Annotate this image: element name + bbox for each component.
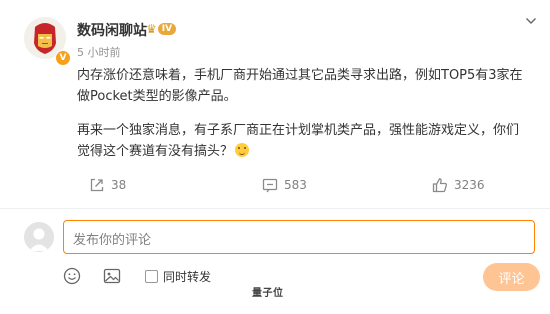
watermark: 量子位	[252, 288, 284, 299]
submit-comment-button[interactable]: 评论	[483, 263, 540, 291]
post-content: 内存涨价还意味着，手机厂商开始通过其它品类寻求出路，例如TOP5有3家在做Poc…	[77, 65, 527, 162]
member-level-badge[interactable]: ♛ IV	[146, 22, 177, 36]
post-paragraph: 内存涨价还意味着，手机厂商开始通过其它品类寻求出路，例如TOP5有3家在做Poc…	[77, 68, 523, 104]
forward-checkbox[interactable]	[145, 270, 158, 283]
chevron-down-icon[interactable]	[525, 16, 537, 26]
comment-icon	[262, 178, 278, 193]
like-button[interactable]: 3236	[432, 177, 485, 193]
weibo-post-card: V 数码闲聊站 ♛ IV 5 小时前 内存涨价还意味着，手机厂商开始通过其它品类…	[0, 0, 550, 314]
post-paragraph: 再来一个独家消息，有子系厂商正在计划掌机类产品，强性能游戏定义，你们觉得这个赛道…	[77, 123, 520, 159]
verified-badge: V	[55, 50, 71, 66]
post-time[interactable]: 5 小时前	[77, 44, 121, 60]
image-icon[interactable]	[103, 267, 121, 285]
forward-option[interactable]: 同时转发	[145, 268, 211, 285]
author-name[interactable]: 数码闲聊站	[77, 20, 147, 40]
divider	[0, 208, 550, 209]
post-actions: 38 583 3236	[0, 177, 550, 197]
thumbs-up-icon	[432, 178, 448, 193]
share-count: 38	[111, 178, 127, 192]
forward-label: 同时转发	[163, 270, 212, 284]
grinning-face-icon	[235, 143, 250, 157]
level-label: IV	[157, 23, 177, 35]
default-user-icon	[29, 228, 49, 251]
comment-input[interactable]: 发布你的评论	[63, 220, 535, 254]
emoji-icon[interactable]	[63, 267, 81, 285]
share-icon	[90, 178, 104, 192]
like-count: 3236	[454, 178, 485, 192]
share-button[interactable]: 38	[89, 177, 126, 193]
user-avatar	[24, 222, 54, 252]
comment-input-placeholder: 发布你的评论	[73, 233, 152, 248]
comment-button[interactable]: 583	[262, 177, 307, 193]
crown-icon: ♛	[146, 22, 157, 36]
comment-count: 583	[284, 178, 307, 192]
